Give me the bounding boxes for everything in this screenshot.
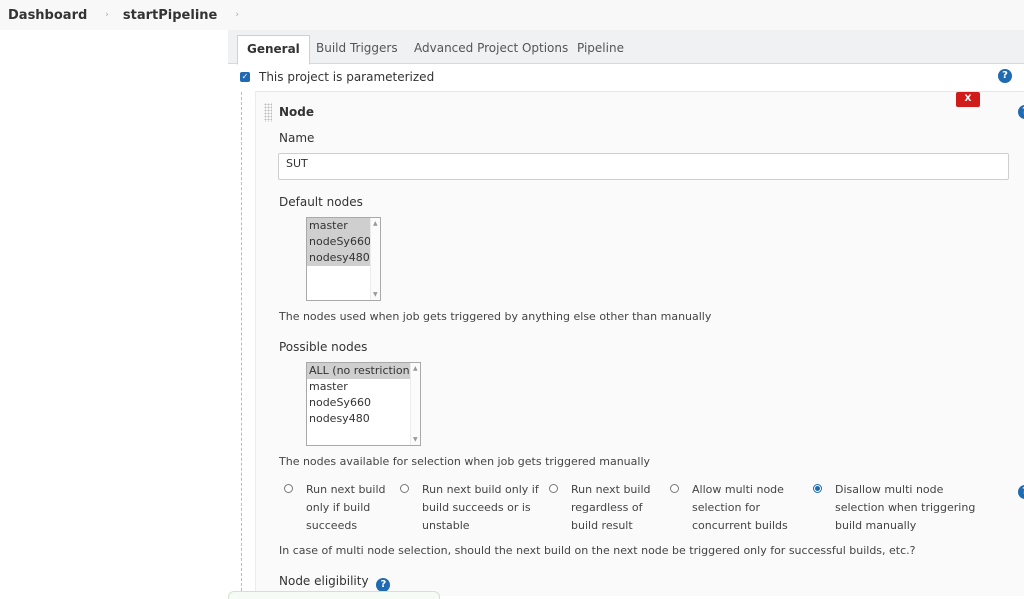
- radio-option-label: succeeds: [306, 519, 358, 532]
- breadcrumb-dashboard[interactable]: Dashboard: [8, 8, 87, 23]
- breadcrumb-separator-icon[interactable]: ›: [235, 10, 239, 20]
- help-icon[interactable]: ?: [1018, 485, 1024, 499]
- scroll-up-icon[interactable]: ▲: [373, 220, 378, 227]
- tab-pipeline[interactable]: Pipeline: [568, 35, 633, 64]
- listbox-scrollbar[interactable]: ▲ ▼: [410, 363, 420, 445]
- parameter-title: Node: [279, 105, 315, 119]
- radio-button[interactable]: [670, 484, 679, 493]
- parameterized-checkbox[interactable]: ✓: [240, 72, 250, 82]
- tab-general[interactable]: General: [237, 35, 310, 65]
- list-option[interactable]: master: [307, 379, 420, 395]
- node-eligibility-label: Node eligibility ?: [279, 574, 391, 592]
- list-option[interactable]: nodeSy660: [307, 395, 420, 411]
- tab-advanced-project-options[interactable]: Advanced Project Options: [405, 35, 577, 64]
- help-icon[interactable]: ?: [1018, 105, 1024, 119]
- general-section: ✓ This project is parameterized ? Node X…: [228, 64, 1024, 599]
- parameterized-option: ✓ This project is parameterized: [240, 70, 434, 84]
- breadcrumb: Dashboard › startPipeline ›: [0, 0, 1024, 30]
- list-option[interactable]: ALL (no restriction): [307, 363, 420, 379]
- radio-option-label: concurrent builds: [692, 519, 788, 532]
- possible-nodes-listbox[interactable]: ALL (no restriction) master nodeSy660 no…: [306, 362, 421, 446]
- possible-nodes-label: Possible nodes: [279, 340, 368, 354]
- scroll-down-icon[interactable]: ▼: [413, 436, 418, 443]
- default-nodes-description: The nodes used when job gets triggered b…: [279, 310, 712, 323]
- default-nodes-label: Default nodes: [279, 195, 363, 209]
- radio-option-label: Run next build: [306, 483, 386, 496]
- radio-option-label: selection for: [692, 501, 761, 514]
- radio-button[interactable]: [284, 484, 293, 493]
- radio-option-label: unstable: [422, 519, 470, 532]
- list-option[interactable]: nodesy480: [307, 411, 420, 427]
- bottom-bar-edge: [228, 591, 440, 599]
- breadcrumb-startpipeline[interactable]: startPipeline: [123, 8, 217, 23]
- config-tabs: General Build Triggers Advanced Project …: [228, 30, 1024, 65]
- help-icon[interactable]: ?: [376, 578, 391, 592]
- radio-option-label: build result: [571, 519, 633, 532]
- nesting-guide: [241, 92, 242, 596]
- radio-button-selected[interactable]: [813, 484, 822, 493]
- tab-build-triggers[interactable]: Build Triggers: [307, 35, 407, 64]
- radio-option-label: Run next build only if: [422, 483, 539, 496]
- node-parameter-panel: Node X ? Name SUT Default nodes master n…: [255, 91, 1024, 596]
- radio-option-label: Allow multi node: [692, 483, 784, 496]
- radio-button[interactable]: [549, 484, 558, 493]
- radio-option-label: build succeeds or is: [422, 501, 531, 514]
- drag-handle-icon[interactable]: [264, 103, 272, 122]
- scroll-down-icon[interactable]: ▼: [373, 291, 378, 298]
- scroll-up-icon[interactable]: ▲: [413, 365, 418, 372]
- breadcrumb-separator-icon[interactable]: ›: [105, 10, 109, 20]
- possible-nodes-description: The nodes available for selection when j…: [279, 455, 651, 468]
- node-eligibility-text: Node eligibility: [279, 574, 369, 588]
- help-icon[interactable]: ?: [998, 69, 1012, 83]
- listbox-scrollbar[interactable]: ▲ ▼: [370, 218, 380, 300]
- radio-option-label: regardless of: [571, 501, 643, 514]
- radio-option-label: selection when triggering: [835, 501, 976, 514]
- radio-button[interactable]: [400, 484, 409, 493]
- delete-parameter-button[interactable]: X: [956, 92, 980, 107]
- name-label: Name: [279, 131, 315, 145]
- radio-option-label: Disallow multi node: [835, 483, 944, 496]
- parameterized-label: This project is parameterized: [259, 70, 435, 84]
- name-field[interactable]: SUT: [278, 153, 1009, 180]
- trigger-description: In case of multi node selection, should …: [279, 544, 916, 557]
- default-nodes-listbox[interactable]: master nodeSy660 nodesy480 ▲ ▼: [306, 217, 381, 301]
- radio-option-label: build manually: [835, 519, 917, 532]
- radio-option-label: Run next build: [571, 483, 651, 496]
- radio-option-label: only if build: [306, 501, 371, 514]
